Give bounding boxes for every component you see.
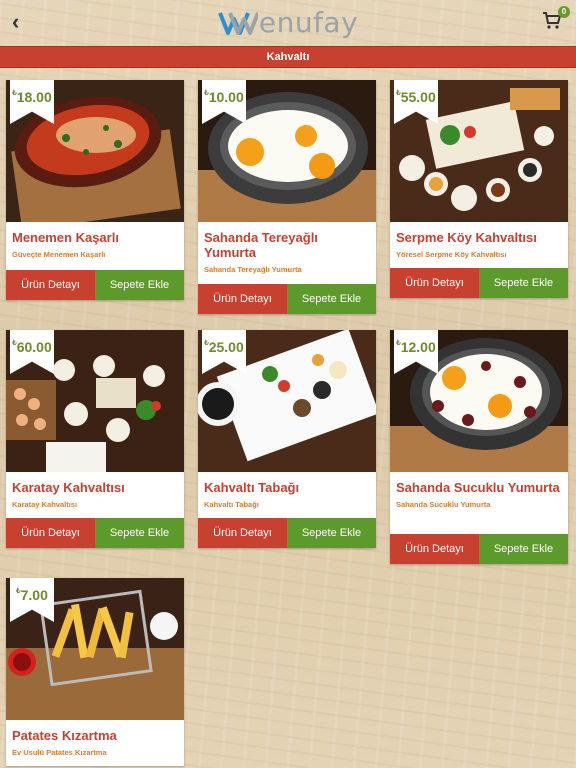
product-title: Karatay Kahvaltısı: [12, 480, 125, 495]
add-to-cart-button[interactable]: Sepete Ekle: [95, 270, 184, 300]
product-image[interactable]: ₺60.00: [6, 330, 184, 472]
product-card: ₺25.00 Kahvaltı Tabağı Kahvaltı Tabağı Ü…: [198, 330, 376, 548]
product-image[interactable]: ₺55.00: [390, 80, 568, 222]
cart-button[interactable]: 0: [542, 6, 570, 32]
add-to-cart-button[interactable]: Sepete Ekle: [287, 518, 376, 548]
product-subtitle: Kahvaltı Tabağı: [204, 500, 259, 509]
product-subtitle: Güveçte Menemen Kaşarlı: [12, 250, 106, 259]
product-detail-button[interactable]: Ürün Detayı: [198, 518, 287, 548]
product-image[interactable]: ₺10.00: [198, 80, 376, 222]
product-title: Sahanda Tereyağlı Yumurta: [204, 230, 318, 260]
product-image[interactable]: ₺12.00: [390, 330, 568, 472]
product-image[interactable]: ₺25.00: [198, 330, 376, 472]
product-title: Kahvaltı Tabağı: [204, 480, 300, 495]
back-arrow-icon[interactable]: ‹: [12, 8, 36, 36]
logo: enufay: [217, 0, 359, 44]
add-to-cart-button[interactable]: Sepete Ekle: [479, 268, 568, 298]
category-title: Kahvaltı: [0, 46, 576, 68]
app-header: ‹ enufay 0: [0, 0, 576, 44]
product-detail-button[interactable]: Ürün Detayı: [198, 284, 287, 314]
product-card: ₺12.00 Sahanda Sucuklu Yumurta Sahanda S…: [390, 330, 568, 564]
product-detail-button[interactable]: Ürün Detayı: [390, 268, 479, 298]
cart-count-badge: 0: [558, 6, 570, 18]
product-subtitle: Karatay Kahvaltısı: [12, 500, 78, 509]
product-title: Menemen Kaşarlı: [12, 230, 119, 245]
product-card: ₺7.00 Patates Kızartma Ev Usulü Patates …: [6, 578, 184, 766]
add-to-cart-button[interactable]: Sepete Ekle: [95, 518, 184, 548]
product-detail-button[interactable]: Ürün Detayı: [6, 518, 95, 548]
product-title: Serpme Köy Kahvaltısı: [396, 230, 537, 245]
add-to-cart-button[interactable]: Sepete Ekle: [287, 284, 376, 314]
product-card: ₺60.00 Karatay Kahvaltısı Karatay Kahval…: [6, 330, 184, 548]
product-subtitle: Sahanda Tereyağlı Yumurta: [204, 265, 302, 274]
product-image[interactable]: ₺7.00: [6, 578, 184, 720]
product-image[interactable]: ₺18.00: [6, 80, 184, 222]
product-card: ₺55.00 Serpme Köy Kahvaltısı Yöresel Ser…: [390, 80, 568, 298]
product-subtitle: Ev Usulü Patates Kızartma: [12, 748, 107, 757]
product-detail-button[interactable]: Ürün Detayı: [390, 534, 479, 564]
product-subtitle: Sahanda Sucuklu Yumurta: [396, 500, 491, 509]
product-card: ₺10.00 Sahanda Tereyağlı Yumurta Sahanda…: [198, 80, 376, 314]
product-title: Sahanda Sucuklu Yumurta: [396, 480, 560, 495]
product-detail-button[interactable]: Ürün Detayı: [6, 270, 95, 300]
logo-m-icon: [217, 12, 258, 35]
logo-text: enufay: [258, 5, 359, 39]
product-card: ₺18.00 Menemen Kaşarlı Güveçte Menemen K…: [6, 80, 184, 300]
product-subtitle: Yöresel Serpme Köy Kahvaltısı: [396, 250, 507, 259]
product-title: Patates Kızartma: [12, 728, 117, 743]
add-to-cart-button[interactable]: Sepete Ekle: [479, 534, 568, 564]
